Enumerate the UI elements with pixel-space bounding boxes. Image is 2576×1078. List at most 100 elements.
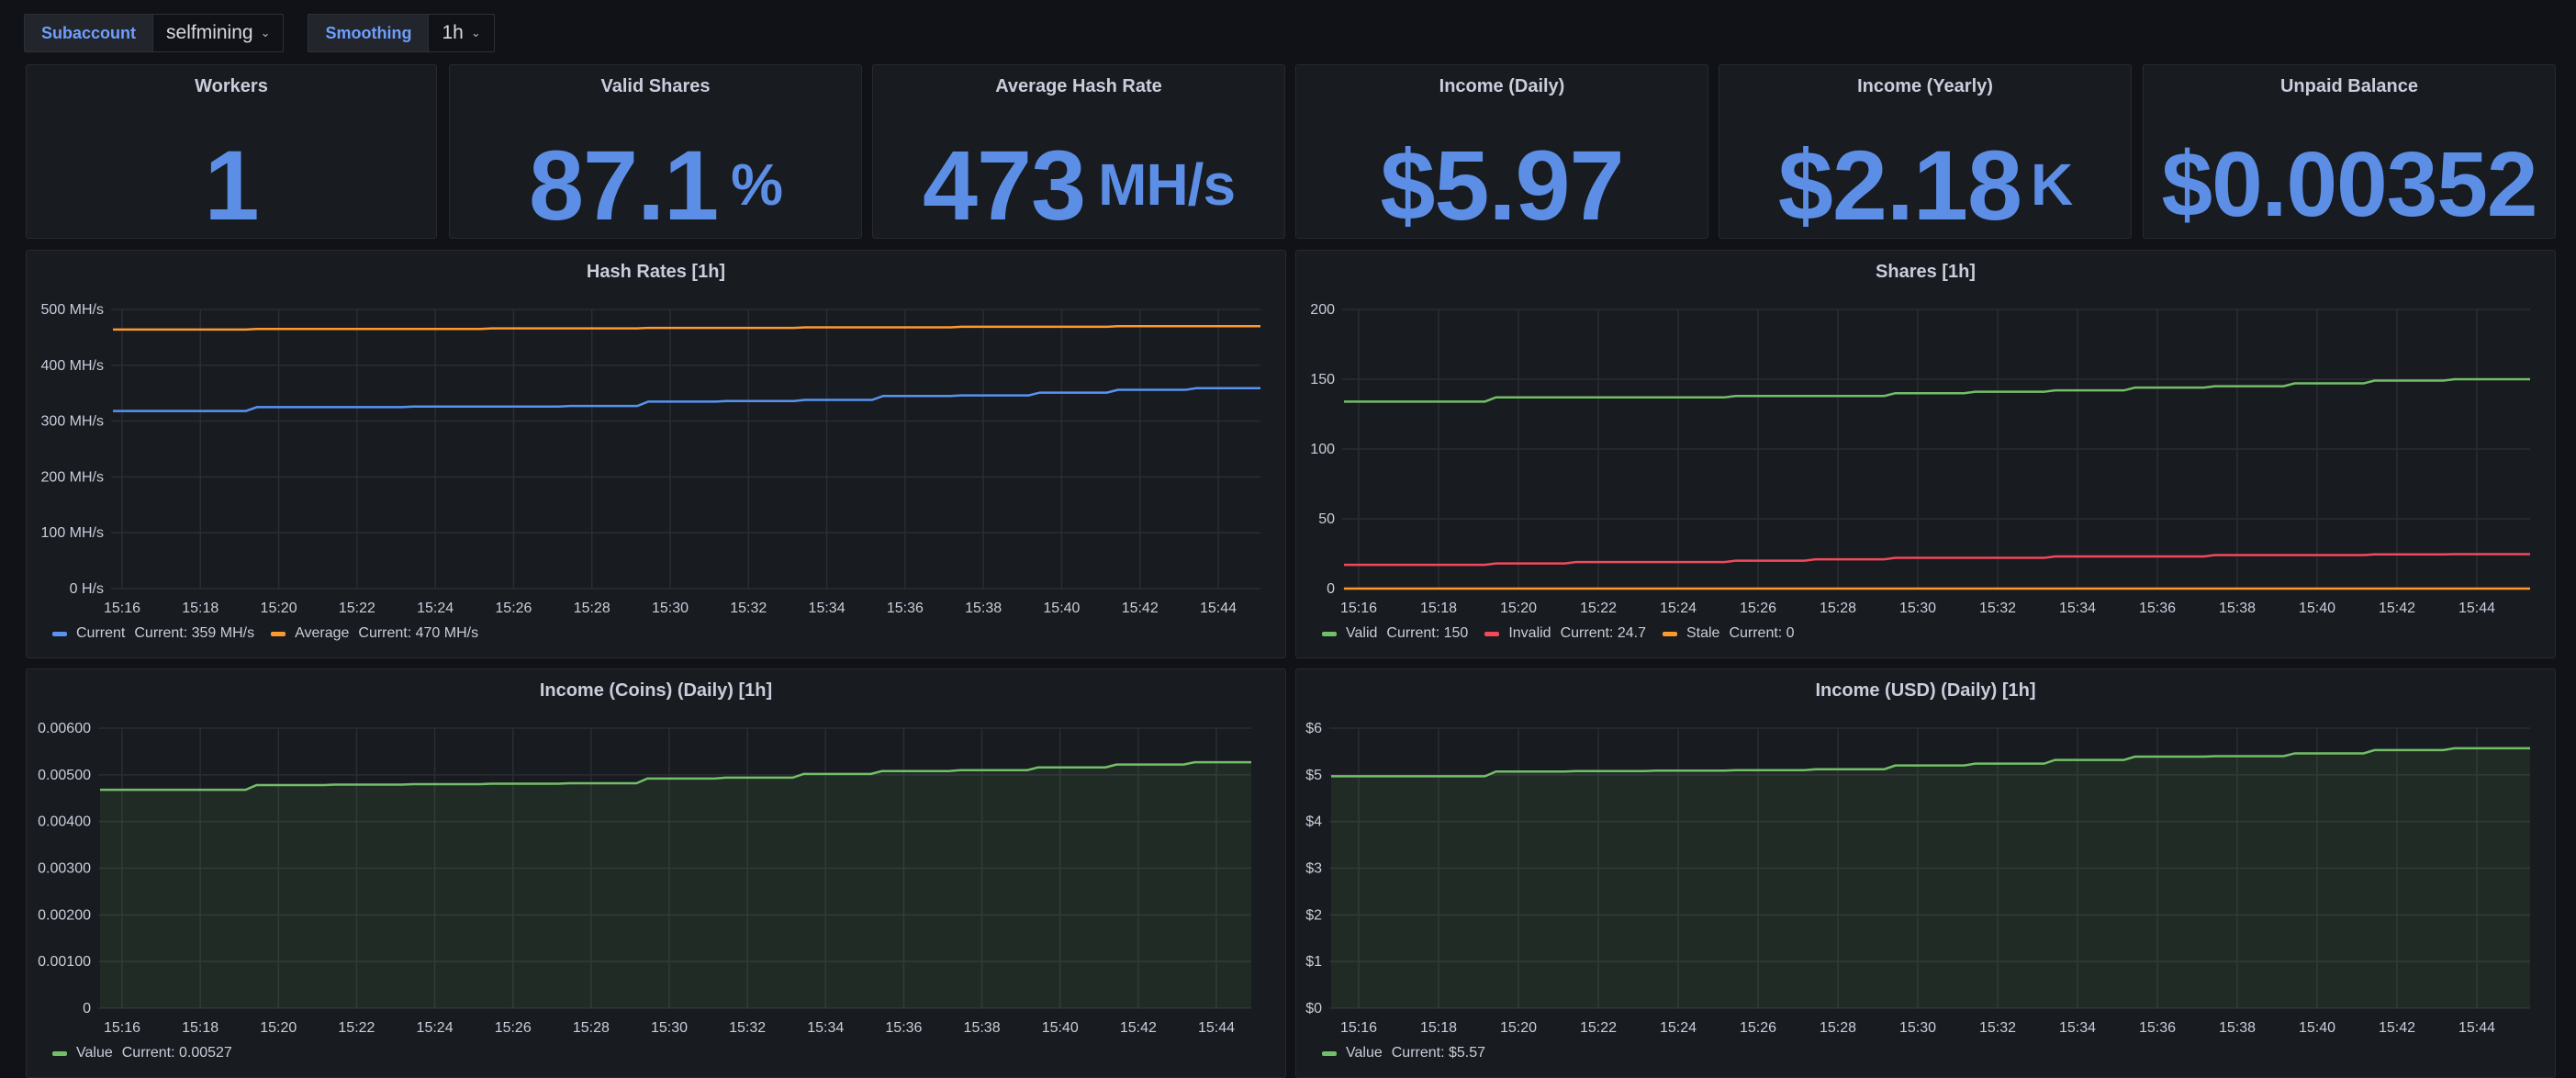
stat-unit: K — [2031, 152, 2073, 218]
chevron-down-icon: ⌄ — [260, 26, 271, 39]
y-tick-label: 150 — [1310, 372, 1335, 387]
x-tick-label: 15:40 — [1043, 601, 1080, 616]
income-usd-chart: $0 $1 $2 $3 $4 $5 $6 15:16 15:18 15:20 15:22 15:24 1… — [1305, 721, 2530, 1036]
shares-chart: 0 50 100 150 200 15:16 15:18 15:20 15:22 15:24 15:… — [1310, 302, 2530, 616]
y-tick-label: 0.00600 — [38, 721, 91, 736]
legend-swatch — [52, 631, 67, 636]
y-tick-label: 100 MH/s — [41, 525, 104, 541]
legend-current-value: Current: $5.57 — [1391, 1045, 1486, 1061]
x-tick-label: 15:30 — [1899, 1020, 1936, 1036]
subaccount-select[interactable]: selfmining ⌄ — [152, 14, 285, 52]
x-tick-label: 15:20 — [1500, 1020, 1537, 1036]
x-tick-label: 15:34 — [2059, 601, 2096, 616]
legend-item-average[interactable]: Average Current: 470 MH/s — [271, 625, 478, 642]
legend-swatch — [1322, 1050, 1337, 1056]
variable-bar: Subaccount selfmining ⌄ Smoothing 1h ⌄ — [24, 13, 519, 53]
chart-panel-income-usd[interactable]: Income (USD) (Daily) [1h] $0 $1 $2 $3 $4 $5 $6… — [1295, 668, 2556, 1078]
x-tick-label: 15:22 — [338, 1020, 375, 1036]
x-tick-label: 15:36 — [2139, 601, 2176, 616]
legend-item-current[interactable]: Current Current: 359 MH/s — [52, 625, 254, 642]
y-tick-label: $5 — [1305, 768, 1322, 783]
y-tick-label: 50 — [1318, 511, 1335, 527]
x-tick-label: 15:26 — [1740, 601, 1776, 616]
y-tick-label: $0 — [1305, 1001, 1322, 1016]
stat-panel-valid-shares[interactable]: Valid Shares 87.1 % — [449, 64, 862, 241]
y-tick-label: 0.00200 — [38, 907, 91, 923]
legend-current-value: Current: 470 MH/s — [358, 625, 479, 641]
stat-panel-workers[interactable]: Workers 1 — [26, 64, 437, 241]
variable-label-smoothing: Smoothing — [308, 14, 429, 52]
x-tick-label: 15:32 — [1979, 1020, 2016, 1036]
series-line-invalid[interactable] — [1344, 553, 2530, 567]
legend-item-invalid[interactable]: Invalid Current: 24.7 — [1484, 625, 1646, 642]
y-tick-label: $2 — [1305, 907, 1322, 923]
hash-rates-chart: 0 H/s 100 MH/s 200 MH/s 300 MH/s 400 MH/s 500… — [41, 302, 1260, 616]
smoothing-value: 1h — [442, 22, 464, 43]
y-tick-label: 300 MH/s — [41, 414, 104, 430]
panel-title: Workers — [195, 76, 268, 96]
smoothing-select[interactable]: 1h ⌄ — [428, 14, 495, 52]
legend-current-value: Current: 0 — [1729, 625, 1795, 641]
stat-number: 1 — [204, 129, 259, 241]
legend-series-name: Current — [76, 625, 126, 641]
legend-item-stale[interactable]: Stale Current: 0 — [1662, 625, 1795, 642]
y-tick-label: 100 — [1310, 442, 1335, 457]
chart-panel-income-coins[interactable]: Income (Coins) (Daily) [1h] 0 0.00100 0.00… — [26, 668, 1286, 1078]
stat-panel-income-yearly[interactable]: Income (Yearly) $2.18 K — [1719, 64, 2132, 241]
panel-title: Income (Daily) — [1439, 76, 1565, 96]
x-tick-label: 15:30 — [1899, 601, 1936, 616]
x-tick-label: 15:22 — [339, 601, 375, 616]
x-tick-label: 15:40 — [2299, 601, 2335, 616]
legend-item-valid[interactable]: Valid Current: 150 — [1322, 625, 1468, 642]
chart-panel-shares[interactable]: Shares [1h] 0 50 100 150 200 15:16 15:18 15:20 1… — [1295, 250, 2556, 658]
x-tick-label: 15:22 — [1580, 1020, 1617, 1036]
stat-unit: MH/s — [1098, 152, 1236, 218]
x-tick-label: 15:18 — [182, 601, 218, 616]
x-tick-label: 15:40 — [1042, 1020, 1079, 1036]
x-tick-label: 15:34 — [807, 1020, 844, 1036]
x-tick-label: 15:44 — [2458, 601, 2495, 616]
legend-series-name: Value — [76, 1045, 113, 1061]
legend-item-value[interactable]: Value Current: $5.57 — [1322, 1045, 1485, 1061]
legend-current-value: Current: 24.7 — [1560, 625, 1646, 641]
stat-panel-average-hash-rate[interactable]: Average Hash Rate 473 MH/s — [872, 64, 1285, 241]
legend-item-value[interactable]: Value Current: 0.00527 — [52, 1045, 232, 1061]
y-tick-label: $4 — [1305, 814, 1322, 830]
x-tick-label: 15:16 — [1340, 601, 1377, 616]
stat-value: $5.97 — [1296, 120, 1708, 249]
x-tick-label: 15:34 — [809, 601, 846, 616]
series-area-value — [100, 762, 1251, 1008]
legend-swatch — [1662, 631, 1677, 636]
series-line-average[interactable] — [113, 324, 1260, 331]
y-tick-label: 200 — [1310, 302, 1335, 318]
y-tick-label: 0 — [83, 1001, 91, 1016]
legend-swatch — [271, 631, 286, 636]
stat-panel-income-daily[interactable]: Income (Daily) $5.97 — [1295, 64, 1708, 241]
x-tick-label: 15:42 — [1120, 1020, 1157, 1036]
legend-series-name: Average — [295, 625, 350, 641]
subaccount-value: selfmining — [166, 22, 253, 43]
stat-panel-unpaid-balance[interactable]: Unpaid Balance $0.00352 — [2143, 64, 2556, 239]
panel-title: Unpaid Balance — [2279, 76, 2419, 96]
panel-title: Income (Yearly) — [1857, 76, 1993, 96]
stat-value: $0.00352 — [2144, 120, 2555, 249]
series-line-valid[interactable] — [1344, 377, 2530, 403]
x-tick-label: 15:16 — [104, 601, 140, 616]
legend-swatch — [1484, 631, 1500, 636]
x-tick-label: 15:16 — [1340, 1020, 1377, 1036]
x-tick-label: 15:32 — [729, 1020, 766, 1036]
y-tick-label: $3 — [1305, 861, 1322, 877]
chart-panel-hash-rates[interactable]: Hash Rates [1h] 0 H/s 100 MH/s 200 MH/s 300… — [26, 250, 1286, 658]
x-tick-label: 15:26 — [1740, 1020, 1776, 1036]
stat-number: 473 — [922, 129, 1086, 241]
stat-value: $2.18 K — [1719, 120, 2131, 249]
x-tick-label: 15:34 — [2059, 1020, 2096, 1036]
y-tick-label: 0.00500 — [38, 768, 91, 783]
y-tick-label: $1 — [1305, 954, 1322, 970]
y-tick-label: 0.00100 — [38, 954, 91, 970]
x-tick-label: 15:40 — [2299, 1020, 2335, 1036]
x-tick-label: 15:18 — [182, 1020, 218, 1036]
y-tick-label: 0 H/s — [70, 581, 104, 597]
x-tick-label: 15:32 — [730, 601, 767, 616]
series-line-current[interactable] — [113, 387, 1260, 412]
